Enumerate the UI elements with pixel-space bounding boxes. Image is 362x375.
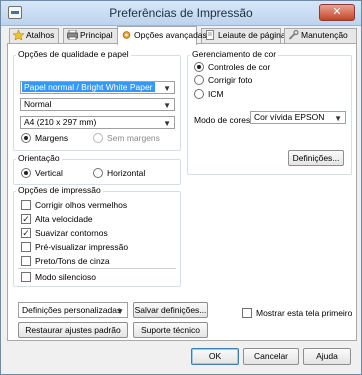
chevron-down-icon: ▼: [163, 119, 171, 128]
paper-type-select[interactable]: Papel normal / Bright White Paper ▼: [20, 81, 175, 94]
tab-shortcuts-label: Atalhos: [26, 30, 55, 40]
smooth-edges-label: Suavizar contornos: [35, 228, 108, 238]
horizontal-radio[interactable]: [93, 168, 103, 178]
chevron-down-icon: ▼: [116, 307, 124, 316]
save-settings-button[interactable]: Salvar definições...: [133, 302, 208, 318]
print-preferences-window: Preferências de Impressão ✕ Atalhos Prin…: [0, 0, 362, 375]
paper-size-select[interactable]: A4 (210 x 297 mm) ▼: [20, 116, 175, 129]
color-controls-label: Controles de cor: [208, 62, 271, 72]
color-management-group-label: Gerenciamento de cor: [190, 49, 279, 59]
horizontal-label: Horizontal: [107, 168, 146, 178]
printer-icon: [67, 29, 78, 41]
tab-shortcuts[interactable]: Atalhos: [9, 28, 59, 43]
photo-fix-radio[interactable]: [194, 75, 204, 85]
ok-button[interactable]: OK: [191, 348, 239, 365]
custom-settings-select[interactable]: Definições personalizadas ▼: [18, 302, 128, 318]
chevron-down-icon: ▼: [163, 101, 171, 110]
close-button[interactable]: ✕: [319, 4, 355, 21]
high-speed-checkbox[interactable]: ✓: [21, 214, 31, 224]
tab-advanced-options[interactable]: Opções avançadas: [117, 26, 207, 45]
tab-page-layout-label: Leiaute de página: [218, 30, 286, 40]
tab-advanced-options-label: Opções avançadas: [134, 30, 207, 40]
tab-page-layout[interactable]: Leiaute de página: [201, 28, 286, 43]
tab-main[interactable]: Principal: [63, 28, 118, 43]
icm-radio[interactable]: [194, 89, 204, 99]
no-margins-radio[interactable]: [93, 133, 103, 143]
grayscale-label: Preto/Tons de cinza: [35, 256, 110, 266]
quiet-mode-label: Modo silencioso: [35, 272, 96, 282]
grayscale-checkbox[interactable]: [21, 256, 31, 266]
title-bar[interactable]: Preferências de Impressão ✕: [1, 1, 361, 26]
star-icon: [12, 29, 25, 41]
red-eye-label: Corrigir olhos vermelhos: [35, 200, 128, 210]
color-mode-value: Cor vívida EPSON: [254, 112, 325, 122]
wrench-icon: [288, 29, 299, 40]
help-button[interactable]: Ajuda: [303, 348, 351, 365]
color-mode-select[interactable]: Cor vívida EPSON ▼: [250, 111, 346, 124]
advanced-options-panel: Opções de qualidade e papel Papel normal…: [7, 43, 357, 341]
window-title: Preferências de Impressão: [109, 6, 253, 20]
restore-defaults-button[interactable]: Restaurar ajustes padrão: [18, 322, 128, 338]
margins-label: Margens: [35, 133, 69, 143]
paper-size-value: A4 (210 x 297 mm): [24, 117, 97, 127]
show-first-label: Mostrar esta tela primeiro: [256, 308, 353, 318]
print-quality-value: Normal: [24, 99, 52, 109]
color-controls-radio[interactable]: [194, 62, 204, 72]
divider: [18, 268, 176, 269]
print-preview-checkbox[interactable]: [21, 242, 31, 252]
settings-icon: [121, 29, 132, 39]
show-first-checkbox[interactable]: [242, 308, 252, 318]
custom-settings-value: Definições personalizadas: [22, 305, 122, 315]
quality-paper-group-label: Opções de qualidade e papel: [16, 49, 131, 59]
tab-main-label: Principal: [80, 30, 113, 40]
orientation-group-label: Orientação: [16, 153, 62, 163]
print-options-group-label: Opções de impressão: [16, 185, 103, 195]
chevron-down-icon: ▼: [334, 114, 342, 123]
technical-support-button[interactable]: Suporte técnico: [133, 322, 208, 338]
tab-maintenance[interactable]: Manutenção: [284, 28, 357, 43]
icm-label: ICM: [208, 89, 224, 99]
print-quality-select[interactable]: Normal ▼: [20, 98, 175, 111]
tab-maintenance-label: Manutenção: [301, 30, 348, 40]
chevron-down-icon: ▼: [163, 84, 171, 93]
paper-type-value: Papel normal / Bright White Paper: [22, 82, 155, 92]
photo-fix-label: Corrigir foto: [208, 75, 253, 85]
smooth-edges-checkbox[interactable]: ✓: [21, 228, 31, 238]
cancel-button[interactable]: Cancelar: [243, 348, 299, 365]
vertical-radio[interactable]: [21, 168, 31, 178]
color-mode-label: Modo de cores: [194, 115, 251, 125]
high-speed-label: Alta velocidade: [35, 214, 93, 224]
no-margins-label: Sem margens: [107, 133, 160, 143]
print-preview-label: Pré-visualizar impressão: [35, 242, 129, 252]
margins-radio[interactable]: [21, 133, 31, 143]
color-settings-button[interactable]: Definições...: [288, 150, 344, 166]
red-eye-checkbox[interactable]: [21, 200, 31, 210]
vertical-label: Vertical: [35, 168, 63, 178]
quiet-mode-checkbox[interactable]: [21, 272, 31, 282]
